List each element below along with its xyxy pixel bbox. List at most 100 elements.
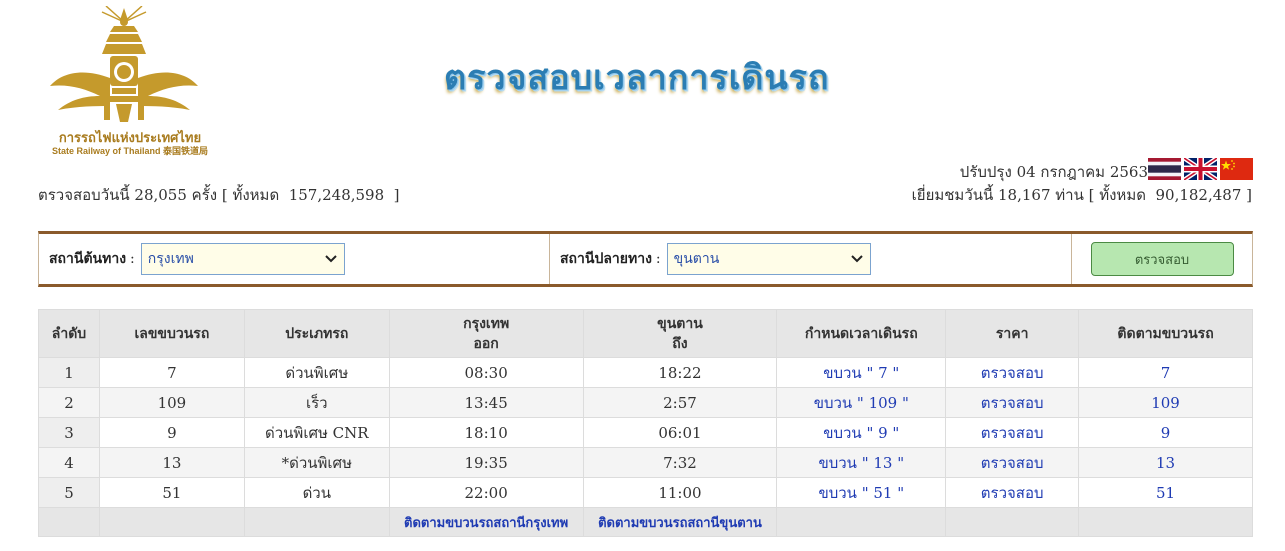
schedule-cell: ขบวน " 13 " — [776, 447, 947, 478]
footer-empty — [38, 507, 100, 537]
thai-flag-icon[interactable] — [1148, 158, 1181, 180]
origin-select[interactable]: กรุงเทพ — [140, 243, 345, 275]
train-number: 109 — [98, 387, 245, 418]
destination-select[interactable]: ขุนตาน — [666, 243, 871, 275]
price-link[interactable]: ตรวจสอบ — [981, 394, 1044, 412]
col-header-schedule: กำหนดเวลาเดินรถ — [776, 309, 947, 358]
table-row: 2 109 เร็ว 13:45 2:57 ขบวน " 109 " ตรวจส… — [38, 387, 1253, 418]
destination-cell: สถานีปลายทาง : ขุนตาน — [550, 234, 1072, 284]
schedule-link[interactable]: ขบวน " 109 " — [814, 394, 909, 412]
train-number: 51 — [98, 477, 245, 508]
depart-time: 19:35 — [388, 447, 584, 478]
col-header-index: ลำดับ — [38, 309, 100, 358]
china-flag-icon[interactable] — [1220, 158, 1253, 180]
price-link[interactable]: ตรวจสอบ — [981, 364, 1044, 382]
price-cell: ตรวจสอบ — [945, 417, 1080, 448]
train-type: ด่วนพิเศษ — [243, 357, 390, 388]
footer-empty — [243, 507, 390, 537]
srt-logo: การรถไฟแห่งประเทศไทย State Railway of Th… — [44, 6, 208, 156]
track-cell: 13 — [1078, 447, 1253, 478]
destination-select-value: ขุนตาน — [673, 251, 720, 267]
table-row: 3 9 ด่วนพิเศษ CNR 18:10 06:01 ขบวน " 9 "… — [38, 417, 1253, 448]
price-cell: ตรวจสอบ — [945, 477, 1080, 508]
language-flags — [1148, 158, 1253, 180]
track-link[interactable]: 7 — [1161, 364, 1171, 382]
arrive-time: 18:22 — [582, 357, 778, 388]
table-row: 1 7 ด่วนพิเศษ 08:30 18:22 ขบวน " 7 " ตรว… — [38, 357, 1253, 388]
schedule-cell: ขบวน " 51 " — [776, 477, 947, 508]
row-index: 2 — [38, 387, 100, 418]
srt-emblem-icon — [50, 6, 198, 122]
col-header-type: ประเภทรถ — [243, 309, 390, 358]
train-number: 7 — [98, 357, 245, 388]
train-type: เร็ว — [243, 387, 390, 418]
schedule-link[interactable]: ขบวน " 51 " — [818, 484, 904, 502]
footer-empty — [776, 507, 947, 537]
chevron-down-icon — [325, 255, 337, 263]
row-index: 3 — [38, 417, 100, 448]
row-index: 5 — [38, 477, 100, 508]
check-button[interactable]: ตรวจสอบ — [1090, 242, 1234, 276]
submit-cell: ตรวจสอบ — [1072, 234, 1252, 284]
train-type: *ด่วนพิเศษ — [243, 447, 390, 478]
col-header-train-no: เลขขบวนรถ — [98, 309, 245, 358]
train-number: 9 — [98, 417, 245, 448]
origin-cell: สถานีต้นทาง : กรุงเทพ — [39, 234, 550, 284]
schedule-link[interactable]: ขบวน " 9 " — [823, 424, 899, 442]
depart-time: 08:30 — [388, 357, 584, 388]
row-index: 1 — [38, 357, 100, 388]
price-cell: ตรวจสอบ — [945, 387, 1080, 418]
schedule-table: ลำดับ เลขขบวนรถ ประเภทรถ กรุงเทพ ออก ขุน… — [38, 309, 1253, 537]
depart-label: ออก — [473, 335, 499, 352]
table-footer-row: ติดตามขบวนรถสถานีกรุงเทพ ติดตามขบวนรถสถา… — [38, 507, 1253, 537]
schedule-cell: ขบวน " 109 " — [776, 387, 947, 418]
track-link[interactable]: 13 — [1156, 454, 1175, 472]
footer-empty — [945, 507, 1080, 537]
arrive-time: 06:01 — [582, 417, 778, 448]
price-cell: ตรวจสอบ — [945, 357, 1080, 388]
table-row: 4 13 *ด่วนพิเศษ 19:35 7:32 ขบวน " 13 " ต… — [38, 447, 1253, 478]
destination-label: สถานีปลายทาง — [560, 251, 652, 267]
table-row: 5 51 ด่วน 22:00 11:00 ขบวน " 51 " ตรวจสอ… — [38, 477, 1253, 508]
depart-time: 22:00 — [388, 477, 584, 508]
arrive-time: 11:00 — [582, 477, 778, 508]
arrive-time: 2:57 — [582, 387, 778, 418]
track-cell: 9 — [1078, 417, 1253, 448]
col-header-arrive: ขุนตาน ถึง — [582, 309, 778, 358]
track-link[interactable]: 9 — [1161, 424, 1171, 442]
price-link[interactable]: ตรวจสอบ — [981, 424, 1044, 442]
track-origin-station-link[interactable]: ติดตามขบวนรถสถานีกรุงเทพ — [404, 516, 568, 531]
col-header-depart: กรุงเทพ ออก — [388, 309, 584, 358]
track-link[interactable]: 51 — [1156, 484, 1175, 502]
price-link[interactable]: ตรวจสอบ — [981, 454, 1044, 472]
depart-time: 13:45 — [388, 387, 584, 418]
origin-label: สถานีต้นทาง — [49, 251, 127, 267]
price-link[interactable]: ตรวจสอบ — [981, 484, 1044, 502]
station-search-form: สถานีต้นทาง : กรุงเทพ สถานีปลายทาง : ขุน… — [38, 231, 1253, 287]
footer-empty — [1078, 507, 1253, 537]
arrive-time: 7:32 — [582, 447, 778, 478]
schedule-cell: ขบวน " 9 " — [776, 417, 947, 448]
uk-flag-icon[interactable] — [1184, 158, 1217, 180]
track-cell: 51 — [1078, 477, 1253, 508]
price-cell: ตรวจสอบ — [945, 447, 1080, 478]
visitor-stats: เยี่ยมชมวันนี้ 18,167 ท่าน [ ทั้งหมด 90,… — [911, 186, 1252, 204]
last-updated: ปรับปรุง 04 กรกฎาคม 2563 — [959, 163, 1148, 181]
col-header-price: ราคา — [945, 309, 1080, 358]
col-header-track: ติดตามขบวนรถ — [1078, 309, 1253, 358]
arrive-station-name: ขุนตาน — [657, 315, 703, 332]
destination-colon: : — [655, 251, 661, 267]
footer-empty — [98, 507, 245, 537]
schedule-link[interactable]: ขบวน " 13 " — [818, 454, 904, 472]
track-link[interactable]: 109 — [1151, 394, 1180, 412]
track-destination-station-link[interactable]: ติดตามขบวนรถสถานีขุนตาน — [598, 516, 762, 531]
track-cell: 7 — [1078, 357, 1253, 388]
table-header-row: ลำดับ เลขขบวนรถ ประเภทรถ กรุงเทพ ออก ขุน… — [38, 309, 1253, 358]
schedule-link[interactable]: ขบวน " 7 " — [823, 364, 899, 382]
schedule-cell: ขบวน " 7 " — [776, 357, 947, 388]
depart-station-name: กรุงเทพ — [463, 315, 510, 332]
origin-select-value: กรุงเทพ — [147, 251, 194, 267]
track-cell: 109 — [1078, 387, 1253, 418]
footer-dest-cell: ติดตามขบวนรถสถานีขุนตาน — [582, 507, 778, 537]
depart-time: 18:10 — [388, 417, 584, 448]
